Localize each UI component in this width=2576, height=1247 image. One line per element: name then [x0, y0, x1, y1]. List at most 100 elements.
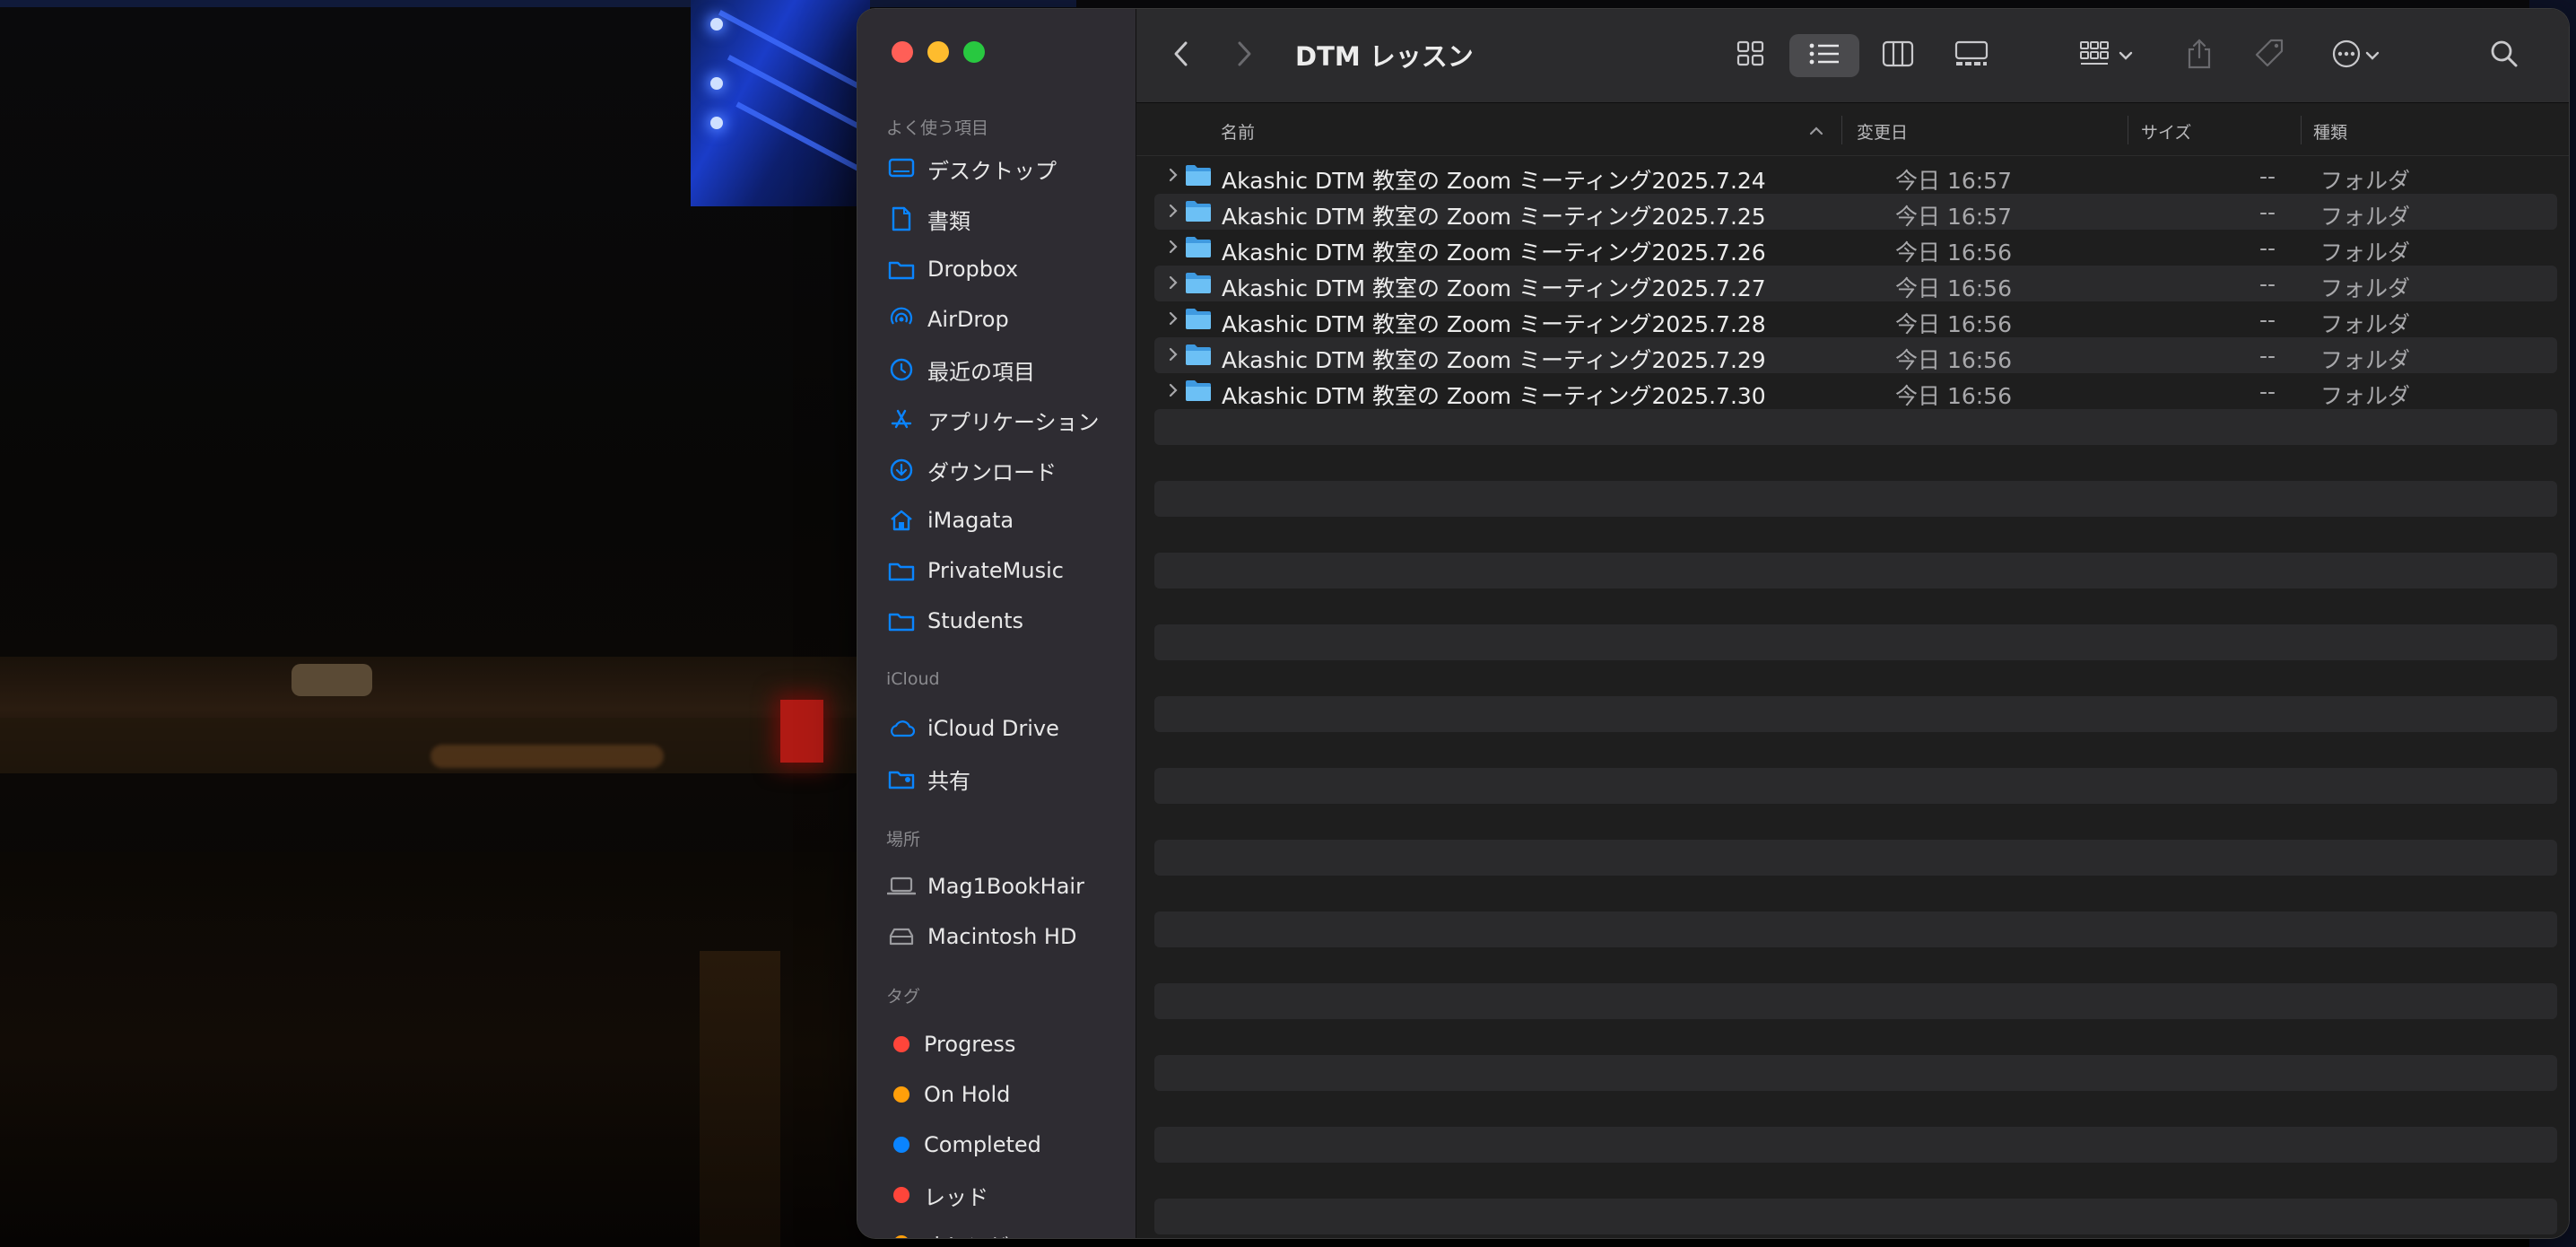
- table-row[interactable]: Akashic DTM 教室の Zoom ミーティング2025.7.27 今日 …: [1154, 266, 2557, 301]
- sidebar-item-privatemusic[interactable]: PrivateMusic: [874, 548, 1121, 593]
- empty-row-stripe: [1154, 911, 2557, 947]
- file-name: Akashic DTM 教室の Zoom ミーティング2025.7.29: [1222, 347, 1766, 373]
- minimize-window-button[interactable]: [927, 41, 949, 63]
- table-row[interactable]: Akashic DTM 教室の Zoom ミーティング2025.7.26 今日 …: [1154, 230, 2557, 266]
- list-view-button[interactable]: [1789, 34, 1859, 77]
- finder-window: よく使う項目 デスクトップ 書類 Dropbox AirDrop 最近の項目 ア…: [857, 9, 2569, 1238]
- wallpaper-glow: [431, 745, 664, 768]
- tags-button[interactable]: [2245, 34, 2293, 77]
- column-header-name[interactable]: 名前: [1221, 119, 1255, 144]
- column-header-modified[interactable]: 変更日: [1857, 119, 1908, 144]
- forward-button[interactable]: [1226, 38, 1262, 74]
- sidebar-item-icloud-drive[interactable]: iCloud Drive: [874, 706, 1121, 751]
- empty-row-stripe: [1154, 409, 2557, 445]
- tag-color-dot: [893, 1187, 909, 1203]
- zoom-window-button[interactable]: [963, 41, 985, 63]
- sidebar-item-desktop[interactable]: デスクトップ: [874, 146, 1121, 191]
- disclosure-triangle-icon[interactable]: [1163, 273, 1183, 292]
- sidebar-item-label: AirDrop: [927, 307, 1009, 332]
- wallpaper-shelf: [0, 718, 861, 773]
- cloud-icon: [886, 713, 917, 744]
- column-divider[interactable]: [2301, 116, 2302, 144]
- sidebar-item-shared[interactable]: 共有: [874, 756, 1121, 801]
- chevron-down-icon: [2365, 48, 2380, 65]
- file-modified: 今日 16:57: [1895, 168, 2012, 194]
- disclosure-triangle-icon[interactable]: [1163, 344, 1183, 364]
- column-divider[interactable]: [1841, 116, 1842, 144]
- share-button[interactable]: [2177, 34, 2222, 77]
- table-row[interactable]: Akashic DTM 教室の Zoom ミーティング2025.7.28 今日 …: [1154, 301, 2557, 337]
- file-list: Akashic DTM 教室の Zoom ミーティング2025.7.24 今日 …: [1136, 158, 2569, 1238]
- wallpaper-post: [700, 951, 780, 1247]
- sidebar-item-label: iMagata: [927, 508, 1014, 533]
- sidebar-item-recents[interactable]: 最近の項目: [874, 347, 1121, 392]
- disclosure-triangle-icon[interactable]: [1163, 380, 1183, 400]
- column-header-kind[interactable]: 種類: [2313, 119, 2347, 144]
- gallery-icon: [1954, 40, 1989, 71]
- file-kind: フォルダ: [2320, 383, 2411, 409]
- sidebar: よく使う項目 デスクトップ 書類 Dropbox AirDrop 最近の項目 ア…: [857, 9, 1136, 1238]
- empty-row-stripe: [1154, 1199, 2557, 1234]
- disclosure-triangle-icon[interactable]: [1163, 201, 1183, 221]
- disclosure-triangle-icon[interactable]: [1163, 165, 1183, 185]
- file-size: --: [2258, 343, 2276, 369]
- sidebar-item-documents[interactable]: 書類: [874, 196, 1121, 241]
- file-size: --: [2258, 307, 2276, 333]
- wallpaper-lamp: [292, 664, 372, 696]
- sidebar-tag-completed[interactable]: Completed: [874, 1122, 1121, 1167]
- file-modified: 今日 16:56: [1895, 311, 2012, 337]
- applications-icon: [886, 405, 917, 435]
- sidebar-item-label: アプリケーション: [927, 409, 1100, 435]
- column-header-size[interactable]: サイズ: [2141, 119, 2191, 144]
- disclosure-triangle-icon[interactable]: [1163, 237, 1183, 257]
- back-button[interactable]: [1163, 38, 1199, 74]
- folder-icon: [1185, 271, 1212, 294]
- column-header-bar: 名前 変更日 サイズ 種類: [1136, 103, 2569, 156]
- table-row[interactable]: Akashic DTM 教室の Zoom ミーティング2025.7.30 今日 …: [1154, 373, 2557, 409]
- disclosure-triangle-icon[interactable]: [1163, 309, 1183, 328]
- sidebar-item-mag1bookhair[interactable]: Mag1BookHair: [874, 864, 1121, 909]
- close-window-button[interactable]: [892, 41, 913, 63]
- wallpaper-top-band: [0, 0, 1076, 7]
- table-row[interactable]: Akashic DTM 教室の Zoom ミーティング2025.7.25 今日 …: [1154, 194, 2557, 230]
- table-row[interactable]: Akashic DTM 教室の Zoom ミーティング2025.7.29 今日 …: [1154, 337, 2557, 373]
- sidebar-item-downloads[interactable]: ダウンロード: [874, 448, 1121, 493]
- sidebar-tag-progress[interactable]: Progress: [874, 1022, 1121, 1067]
- sidebar-item-macintosh-hd[interactable]: Macintosh HD: [874, 914, 1121, 959]
- file-size: --: [2258, 379, 2276, 405]
- sidebar-item-label: レッド: [924, 1184, 988, 1210]
- sidebar-item-dropbox[interactable]: Dropbox: [874, 247, 1121, 292]
- group-by-button[interactable]: [2069, 34, 2143, 77]
- sidebar-item-label: ダウンロード: [927, 459, 1057, 485]
- wallpaper-light: [710, 117, 723, 129]
- table-row[interactable]: Akashic DTM 教室の Zoom ミーティング2025.7.24 今日 …: [1154, 158, 2557, 194]
- sidebar-item-home[interactable]: iMagata: [874, 498, 1121, 543]
- gallery-view-button[interactable]: [1938, 34, 2005, 77]
- sidebar-item-label: Students: [927, 608, 1023, 633]
- file-name: Akashic DTM 教室の Zoom ミーティング2025.7.24: [1222, 168, 1766, 194]
- disk-icon: [886, 921, 917, 952]
- sort-ascending-icon[interactable]: [1809, 123, 1823, 140]
- sidebar-tag-red[interactable]: レッド: [874, 1173, 1121, 1217]
- search-button[interactable]: [2482, 36, 2527, 75]
- sidebar-item-airdrop[interactable]: AirDrop: [874, 297, 1121, 342]
- sidebar-item-students[interactable]: Students: [874, 598, 1121, 643]
- columns-icon: [1882, 40, 1914, 71]
- wallpaper-red-light: [780, 700, 823, 763]
- file-name: Akashic DTM 教室の Zoom ミーティング2025.7.28: [1222, 311, 1766, 337]
- sidebar-item-label: Mag1BookHair: [927, 874, 1084, 899]
- wallpaper-blue-building: [691, 0, 870, 206]
- icon-view-button[interactable]: [1719, 34, 1782, 77]
- folder-icon: [1185, 163, 1212, 187]
- empty-row-stripe: [1154, 768, 2557, 804]
- sidebar-item-applications[interactable]: アプリケーション: [874, 397, 1121, 442]
- sidebar-tag-orange[interactable]: オレンジ: [874, 1221, 1121, 1238]
- action-menu-button[interactable]: [2319, 34, 2392, 77]
- shared-folder-icon: [886, 763, 917, 794]
- sidebar-item-label: On Hold: [924, 1082, 1011, 1107]
- file-kind: フォルダ: [2320, 240, 2411, 266]
- wallpaper-light: [710, 77, 723, 90]
- column-view-button[interactable]: [1867, 34, 1929, 77]
- download-icon: [886, 455, 917, 485]
- sidebar-tag-on-hold[interactable]: On Hold: [874, 1072, 1121, 1117]
